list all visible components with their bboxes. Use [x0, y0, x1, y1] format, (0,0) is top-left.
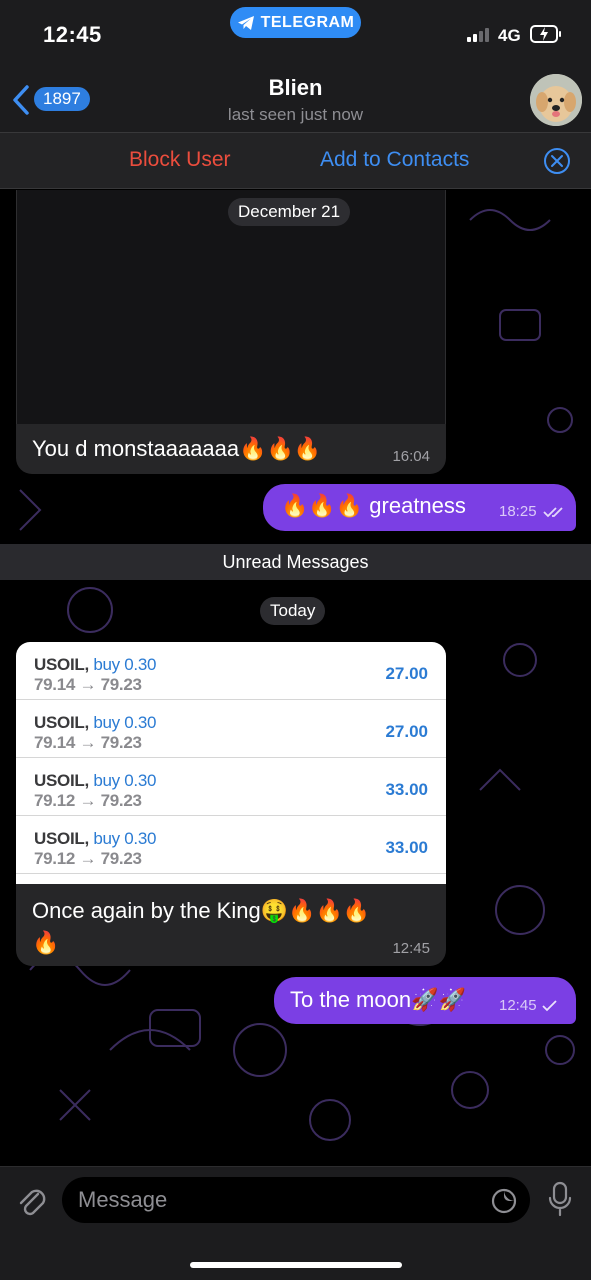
chat-title[interactable]: Blien [0, 75, 591, 101]
contact-action-bar: Block User Add to Contacts [0, 132, 591, 189]
status-bar: 12:45 TELEGRAM 4G [0, 0, 591, 58]
trade-side: buy 0.30 [93, 829, 157, 848]
message-time: 16:04 [392, 448, 430, 465]
trade-profit: 33.00 [385, 780, 428, 799]
trade-profit: 27.00 [385, 664, 428, 683]
avatar[interactable] [530, 74, 582, 126]
trade-symbol: USOIL, [34, 713, 89, 732]
sticker-icon[interactable] [490, 1187, 518, 1215]
chat-last-seen: last seen just now [227, 105, 364, 124]
trade-prices: 79.14 → 79.23 [34, 675, 142, 694]
trade-screenshot[interactable]: USOIL, buy 0.30 79.14 → 79.23 27.00 USOI… [16, 642, 446, 884]
trade-row: USOIL, buy 0.30 79.14 → 79.23 27.00 [16, 642, 446, 700]
message-text: 🔥🔥🔥 greatness [281, 493, 466, 518]
single-check-icon [542, 1000, 557, 1012]
message-input[interactable] [62, 1177, 530, 1223]
date-separator: Today [260, 597, 326, 625]
trade-symbol: USOIL, [34, 829, 89, 848]
close-circle-icon[interactable] [543, 147, 571, 175]
trade-symbol: USOIL, [34, 655, 89, 674]
trade-profit: 33.00 [385, 838, 428, 857]
double-check-icon [543, 507, 563, 518]
trade-row: USOIL, buy 0.30 79.14 → 79.23 27.00 [16, 700, 446, 758]
message-text-line2: 🔥 [32, 930, 60, 955]
telegram-pill-label: TELEGRAM [260, 13, 355, 31]
telegram-pill[interactable]: TELEGRAM [230, 7, 361, 38]
telegram-icon [237, 15, 254, 30]
message-bubble-incoming[interactable]: You d monstaaaaaaa🔥🔥🔥 16:04 [16, 424, 446, 474]
message-bubble-incoming[interactable]: Once again by the King🤑🔥🔥🔥 🔥 12:45 [16, 884, 446, 966]
trade-prices: 79.12 → 79.23 [34, 791, 142, 810]
trade-row: USOIL, buy 0.30 79.12 → 79.23 33.00 [16, 816, 446, 874]
trade-prices: 79.14 → 79.23 [34, 733, 142, 752]
message-bubble-outgoing[interactable]: 🔥🔥🔥 greatness 18:25 [263, 484, 576, 531]
date-separator: December 21 [228, 198, 351, 226]
battery-icon [530, 25, 561, 43]
message-text: Once again by the King🤑🔥🔥🔥 [32, 898, 371, 923]
message-bubble-outgoing[interactable]: To the moon🚀🚀 12:45 [274, 977, 576, 1024]
message-text: You d monstaaaaaaa🔥🔥🔥 [32, 436, 322, 461]
paperclip-icon[interactable] [16, 1184, 46, 1218]
message-time: 12:45 [499, 997, 537, 1014]
add-to-contacts-button[interactable]: Add to Contacts [320, 148, 469, 172]
signal-icon [467, 28, 489, 42]
message-text: To the moon🚀🚀 [290, 987, 466, 1012]
media-preview[interactable] [16, 190, 446, 426]
trade-side: buy 0.30 [93, 771, 157, 790]
clock: 12:45 [43, 22, 102, 47]
message-time: 18:25 [499, 503, 537, 520]
trade-row: USOIL, buy 0.30 79.12 → 79.23 33.00 [16, 758, 446, 816]
chat-header: 1897 Blien last seen just now [0, 58, 591, 132]
network-type: 4G [498, 26, 521, 45]
trade-side: buy 0.30 [93, 655, 157, 674]
trade-side: buy 0.30 [93, 713, 157, 732]
trade-profit: 27.00 [385, 722, 428, 741]
trade-prices: 79.12 → 79.23 [34, 849, 142, 868]
home-indicator[interactable] [190, 1262, 402, 1268]
unread-messages-banner: Unread Messages [0, 544, 591, 580]
block-user-button[interactable]: Block User [129, 148, 231, 172]
trade-symbol: USOIL, [34, 771, 89, 790]
microphone-icon[interactable] [548, 1181, 572, 1219]
message-time: 12:45 [392, 940, 430, 957]
